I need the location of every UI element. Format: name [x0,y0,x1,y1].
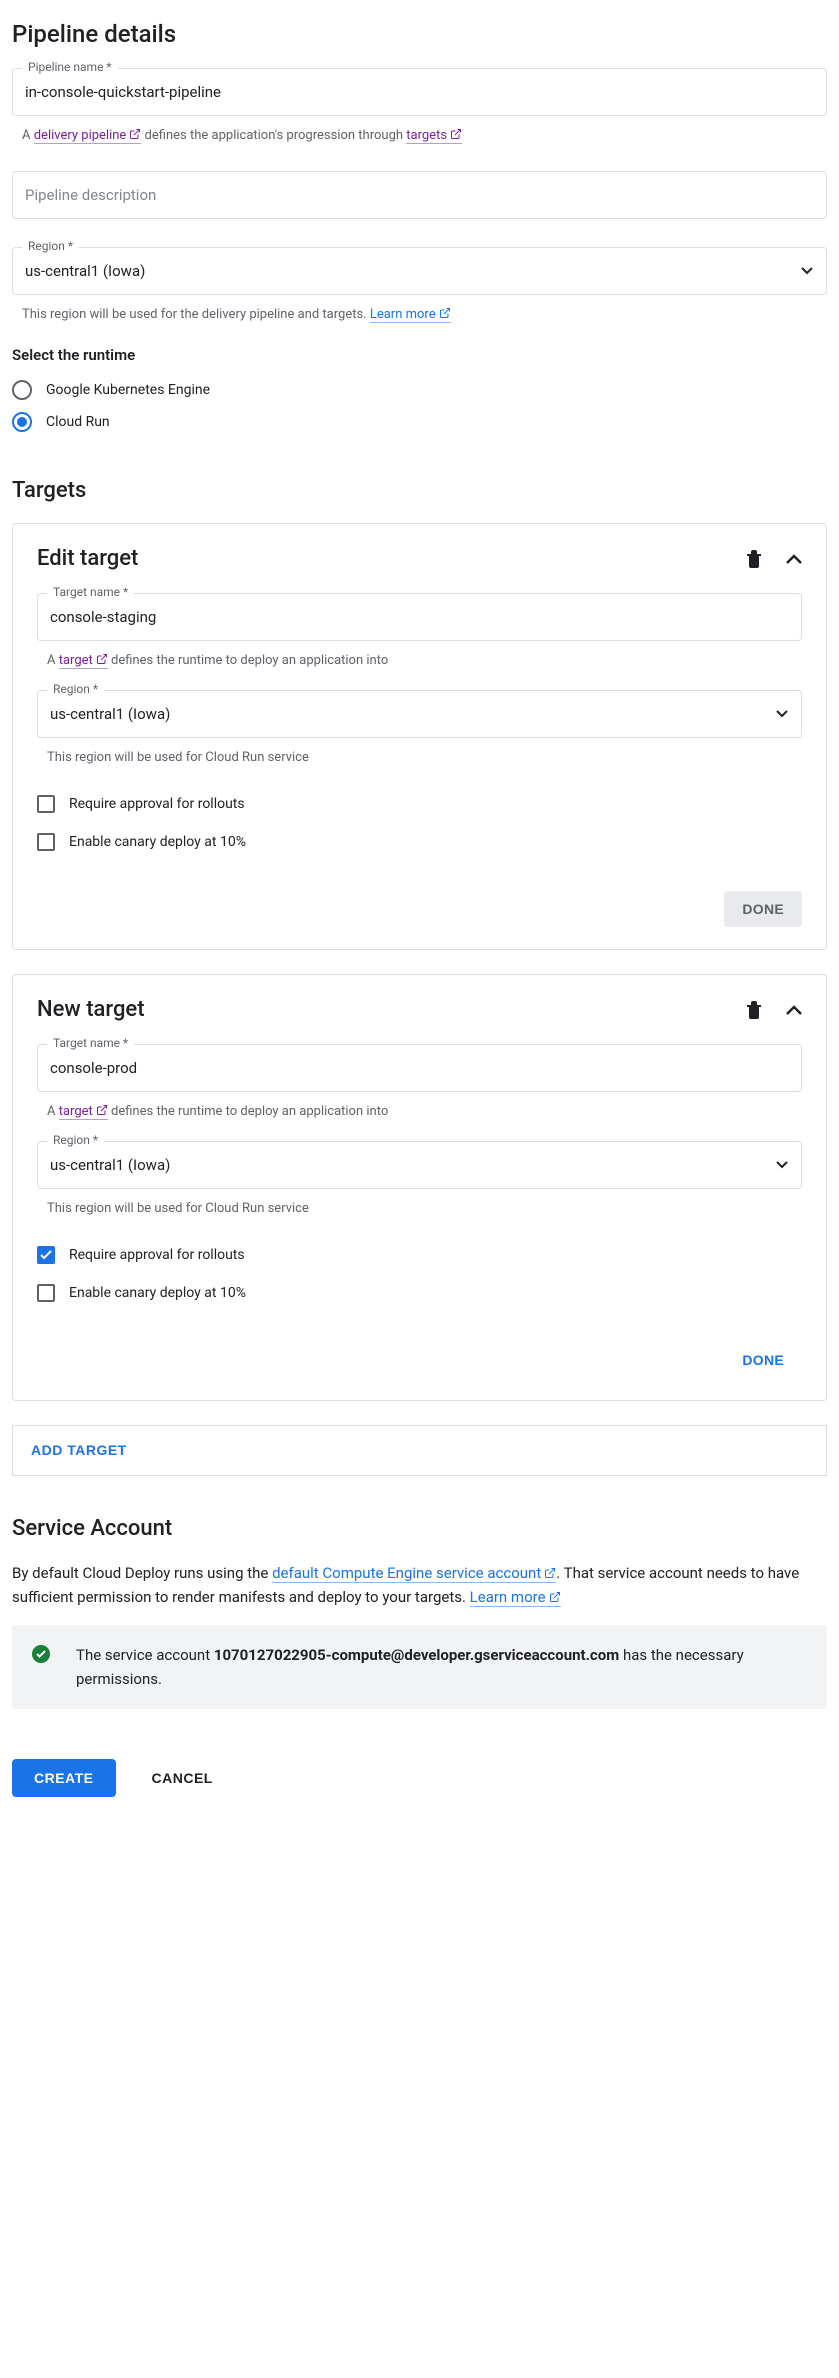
add-target-button[interactable]: ADD TARGET [31,1442,127,1458]
runtime-option-label: Cloud Run [46,414,110,430]
external-link-icon [439,307,451,319]
radio-icon [12,412,32,432]
runtime-option-gke[interactable]: Google Kubernetes Engine [12,374,827,406]
enable-canary-checkbox-row[interactable]: Enable canary deploy at 10% [37,1274,802,1312]
runtime-title: Select the runtime [12,346,827,364]
targets-heading: Targets [12,478,827,503]
delivery-pipeline-link[interactable]: delivery pipeline [34,128,142,144]
external-link-icon [129,128,141,140]
region-learn-more-link[interactable]: Learn more [370,307,451,323]
target-card-staging: Edit target Target name * A target defin… [12,523,827,950]
service-account-heading: Service Account [12,1516,827,1541]
target-link[interactable]: target [59,1104,108,1120]
target-region-helper: This region will be used for Cloud Run s… [47,750,802,765]
checkbox-label: Require approval for rollouts [69,796,245,812]
runtime-option-label: Google Kubernetes Engine [46,382,210,398]
pipeline-details-heading: Pipeline details [12,20,827,48]
checkbox-icon [37,833,55,851]
target-card-title: Edit target [37,546,138,571]
delete-icon[interactable] [746,550,762,568]
external-link-icon [549,1591,561,1603]
target-name-helper: A target defines the runtime to deploy a… [47,1104,802,1119]
pipeline-name-input[interactable] [12,68,827,116]
checkbox-label: Require approval for rollouts [69,1247,245,1263]
enable-canary-checkbox-row[interactable]: Enable canary deploy at 10% [37,823,802,861]
target-name-label: Target name * [47,1036,134,1050]
target-region-field: Region * us-central1 (Iowa) [37,690,802,738]
pipeline-region-helper: This region will be used for the deliver… [22,307,827,322]
target-name-input[interactable] [37,593,802,641]
target-name-field: Target name * [37,593,802,641]
pipeline-region-field: Region * us-central1 (Iowa) [12,247,827,295]
runtime-option-cloud-run[interactable]: Cloud Run [12,406,827,438]
pipeline-name-helper: A delivery pipeline defines the applicat… [22,128,827,143]
pipeline-description-input[interactable] [12,171,827,219]
external-link-icon [96,1104,108,1116]
external-link-icon [96,653,108,665]
require-approval-checkbox-row[interactable]: Require approval for rollouts [37,785,802,823]
done-button[interactable]: DONE [724,1342,802,1378]
success-icon [32,1645,50,1670]
chevron-up-icon[interactable] [786,1005,802,1015]
done-button: DONE [724,891,802,927]
pipeline-region-select[interactable]: us-central1 (Iowa) [12,247,827,295]
pipeline-description-field [12,171,827,219]
external-link-icon [544,1567,556,1579]
external-link-icon [450,128,462,140]
default-service-account-link[interactable]: default Compute Engine service account [272,1564,556,1583]
banner-text: The service account 1070127022905-comput… [76,1643,807,1691]
target-region-field: Region * us-central1 (Iowa) [37,1141,802,1189]
footer-actions: CREATE CANCEL [12,1759,827,1797]
require-approval-checkbox-row[interactable]: Require approval for rollouts [37,1236,802,1274]
target-link[interactable]: target [59,653,108,669]
pipeline-name-field: Pipeline name * [12,68,827,116]
chevron-up-icon[interactable] [786,554,802,564]
target-region-select[interactable]: us-central1 (Iowa) [37,690,802,738]
checkbox-label: Enable canary deploy at 10% [69,1285,246,1301]
service-account-email: 1070127022905-compute@developer.gservice… [214,1646,619,1664]
checkbox-icon [37,1284,55,1302]
target-name-field: Target name * [37,1044,802,1092]
target-region-select[interactable]: us-central1 (Iowa) [37,1141,802,1189]
cancel-button[interactable]: CANCEL [146,1769,219,1787]
service-account-learn-more-link[interactable]: Learn more [470,1588,561,1607]
checkbox-icon [37,795,55,813]
delete-icon[interactable] [746,1001,762,1019]
targets-link[interactable]: targets [406,128,462,144]
target-region-helper: This region will be used for Cloud Run s… [47,1201,802,1216]
runtime-section: Select the runtime Google Kubernetes Eng… [12,346,827,438]
add-target-card: ADD TARGET [12,1425,827,1476]
target-card-prod: New target Target name * A target define… [12,974,827,1401]
target-region-label: Region * [47,1133,104,1147]
target-name-input[interactable] [37,1044,802,1092]
pipeline-name-label: Pipeline name * [22,60,118,74]
service-account-banner: The service account 1070127022905-comput… [12,1625,827,1709]
create-button[interactable]: CREATE [12,1759,116,1797]
target-name-label: Target name * [47,585,134,599]
pipeline-region-label: Region * [22,239,79,253]
radio-icon [12,380,32,400]
target-card-title: New target [37,997,145,1022]
target-name-helper: A target defines the runtime to deploy a… [47,653,802,668]
service-account-text: By default Cloud Deploy runs using the d… [12,1561,827,1609]
target-region-label: Region * [47,682,104,696]
checkbox-icon [37,1246,55,1264]
checkbox-label: Enable canary deploy at 10% [69,834,246,850]
